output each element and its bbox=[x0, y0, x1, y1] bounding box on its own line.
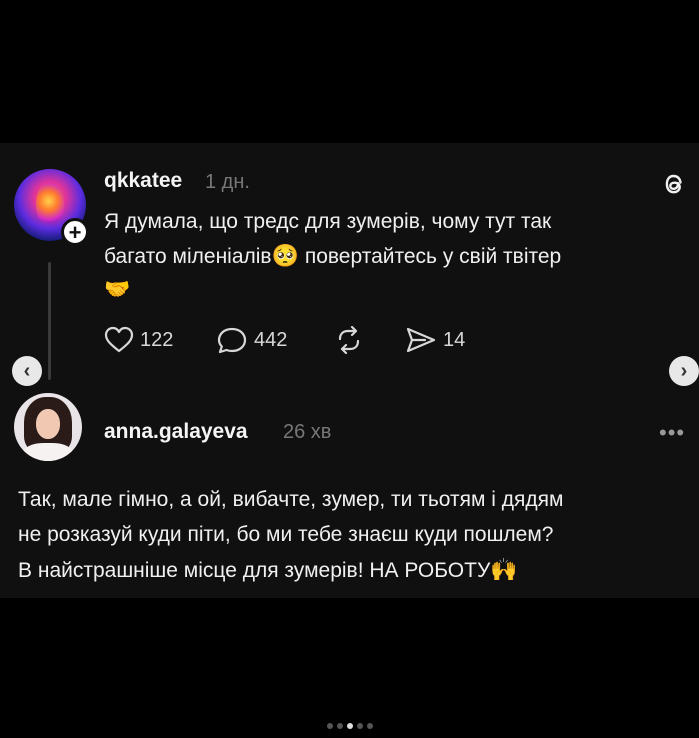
pleading-face-emoji: 🥺 bbox=[271, 243, 299, 268]
post1-text-line2a: багато міленіалів bbox=[104, 245, 272, 268]
post2-text-line2: не розказуй куди піти, бо ми тебе знаєш … bbox=[18, 523, 554, 546]
avatar-anna-galayeva[interactable] bbox=[14, 393, 82, 461]
post2-text-line3a: В найстрашніше місце для зумерів! НА РОБ… bbox=[18, 559, 491, 582]
reply-count: 442 bbox=[254, 328, 288, 351]
follow-plus-button[interactable]: + bbox=[61, 218, 89, 246]
carousel-dot[interactable] bbox=[326, 723, 333, 729]
username-anna-galayeva[interactable]: anna.galayeva bbox=[104, 420, 248, 444]
username-qkkatee[interactable]: qkkatee bbox=[104, 169, 182, 193]
more-icon[interactable]: ••• bbox=[659, 420, 685, 446]
carousel-dot[interactable] bbox=[336, 723, 343, 729]
comment-icon bbox=[217, 327, 247, 354]
post1-text-line2b: повертайтесь у свій твітер bbox=[299, 245, 562, 268]
handshake-emoji: 🤝 bbox=[104, 278, 131, 301]
next-arrow-button[interactable]: › bbox=[669, 356, 699, 386]
repost-button[interactable] bbox=[334, 326, 364, 354]
thread-line bbox=[48, 262, 51, 380]
post2-text-line1: Так, мале гімно, а ой, вибачте, зумер, т… bbox=[18, 488, 564, 511]
repost-icon bbox=[338, 326, 360, 354]
like-count: 122 bbox=[140, 328, 174, 351]
share-count: 14 bbox=[443, 328, 466, 351]
like-button[interactable]: 122 bbox=[104, 326, 173, 354]
prev-arrow-button[interactable]: ‹ bbox=[12, 356, 42, 386]
comment-button[interactable]: 442 bbox=[216, 326, 287, 354]
raising-hands-emoji: 🙌 bbox=[490, 557, 518, 582]
post-time: 1 дн. bbox=[205, 171, 250, 193]
send-icon bbox=[406, 327, 436, 353]
post1-text-line1: Я думала, що тредс для зумерів, чому тут… bbox=[104, 210, 552, 233]
carousel-dot-active[interactable] bbox=[346, 723, 353, 729]
carousel-dot[interactable] bbox=[356, 723, 363, 729]
share-button[interactable]: 14 bbox=[405, 326, 465, 354]
threads-logo-icon[interactable] bbox=[661, 170, 687, 198]
carousel-dots bbox=[0, 716, 699, 734]
post-time: 26 хв bbox=[283, 421, 332, 443]
heart-icon bbox=[104, 326, 134, 353]
carousel-dot[interactable] bbox=[366, 723, 373, 729]
post2-text-line3: В найстрашніше місце для зумерів! НА РОБ… bbox=[18, 553, 518, 588]
post1-text-line2: багато міленіалів🥺 повертайтесь у свій т… bbox=[104, 239, 561, 274]
